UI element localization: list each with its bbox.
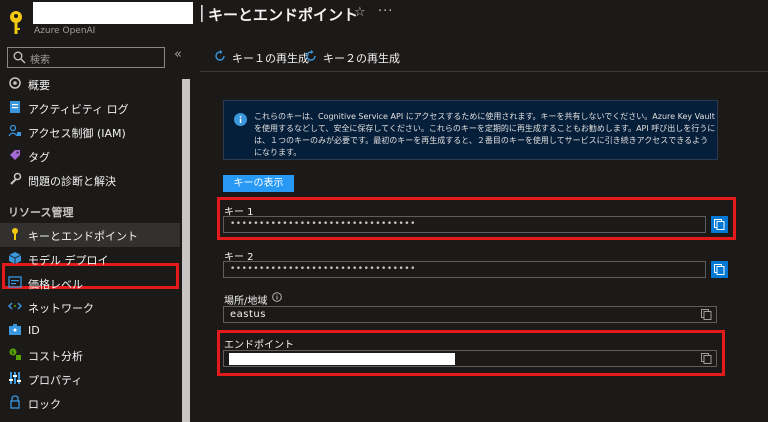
copy-key2-button[interactable] xyxy=(711,261,728,278)
copy-icon xyxy=(714,264,725,275)
show-keys-button[interactable]: キーの表示 xyxy=(223,175,294,192)
activity-log-icon xyxy=(10,101,20,113)
command-bar: キー１の再生成 キー２の再生成 xyxy=(200,42,768,72)
network-icon xyxy=(8,302,22,310)
sidebar-item-properties[interactable]: プロパティ xyxy=(0,367,180,391)
highlight-box-key1 xyxy=(217,197,736,240)
sidebar-item-identity[interactable]: ID xyxy=(0,319,180,343)
key-logo-icon xyxy=(10,11,22,34)
sidebar-item-label: ロック xyxy=(28,398,61,411)
sidebar-item-label: アクセス制御 (IAM) xyxy=(28,127,126,140)
sidebar-scrollbar[interactable] xyxy=(180,77,192,422)
sidebar-item-label: タグ xyxy=(28,151,50,164)
sidebar-item-label: キーとエンドポイント xyxy=(28,230,138,243)
key2-field[interactable]: •••••••••••••••••••••••••••••••• xyxy=(223,261,706,278)
tag-icon xyxy=(10,150,20,160)
regenerate-key2-button[interactable]: キー２の再生成 xyxy=(305,49,400,67)
title-separator: | xyxy=(199,3,205,23)
info-banner: これらのキーは、Cognitive Service API にアクセスするために… xyxy=(223,100,718,160)
cube-icon xyxy=(8,252,22,264)
sidebar-item-cost-analysis[interactable]: $ コスト分析 xyxy=(0,343,180,367)
highlight-box-endpoint xyxy=(217,330,725,376)
location-field[interactable]: eastus xyxy=(223,306,717,323)
key2-value: •••••••••••••••••••••••••••••••• xyxy=(230,264,416,274)
search-placeholder: 検索 xyxy=(30,55,50,66)
sidebar-item-activity-log[interactable]: アクティビティ ログ xyxy=(0,96,180,120)
sidebar-item-pricing-tier[interactable]: 価格レベル xyxy=(0,271,180,295)
scrollbar-thumb[interactable] xyxy=(182,79,190,422)
key-icon xyxy=(12,228,18,240)
refresh-icon xyxy=(306,50,316,61)
info-text: これらのキーは、Cognitive Service API にアクセスするために… xyxy=(254,112,716,157)
blade-header: | キーとエンドポイント ☆ ··· Azure OpenAI xyxy=(0,0,768,42)
location-label: 場所/地域 xyxy=(224,296,268,307)
search-icon xyxy=(13,51,26,64)
section-header-resource-management: リソース管理 xyxy=(8,206,74,219)
properties-icon xyxy=(9,372,21,384)
refresh-icon xyxy=(215,50,225,61)
sidebar-item-lock[interactable]: ロック xyxy=(0,391,180,415)
svg-text:$: $ xyxy=(11,350,14,356)
sidebar-item-label: コスト分析 xyxy=(28,350,83,363)
sidebar-item-overview[interactable]: 概要 xyxy=(0,72,180,96)
wrench-icon xyxy=(10,172,22,185)
regenerate-key1-label: キー１の再生成 xyxy=(232,52,309,65)
sidebar-item-label: プロパティ xyxy=(28,374,83,387)
sidebar: 検索 « 概要 アクティビティ ログ アクセス制御 (IAM) タグ 問題の診断… xyxy=(0,42,192,422)
info-icon xyxy=(234,113,247,126)
sidebar-item-label: モデル デプロイ xyxy=(28,254,109,267)
sidebar-item-label: 問題の診断と解決 xyxy=(28,175,116,188)
location-value: eastus xyxy=(230,309,266,320)
overview-icon xyxy=(9,77,21,89)
sidebar-item-label: ID xyxy=(28,324,40,337)
ellipsis-icon[interactable]: ··· xyxy=(378,4,393,19)
lock-icon xyxy=(10,395,20,409)
regenerate-key2-label: キー２の再生成 xyxy=(323,52,400,65)
identity-icon xyxy=(9,324,21,335)
cost-icon: $ xyxy=(9,348,21,360)
info-circle-icon[interactable] xyxy=(272,292,282,302)
collapse-sidebar-icon[interactable]: « xyxy=(174,47,182,62)
sidebar-item-iam[interactable]: アクセス制御 (IAM) xyxy=(0,120,180,144)
copy-icon[interactable] xyxy=(701,309,712,320)
sidebar-item-model-deploy[interactable]: モデル デプロイ xyxy=(0,247,180,271)
sidebar-item-network[interactable]: ネットワーク xyxy=(0,295,180,319)
sidebar-item-diagnose[interactable]: 問題の診断と解決 xyxy=(0,168,180,192)
pricing-icon xyxy=(8,276,22,288)
redacted-resource-name xyxy=(33,2,193,24)
page-title: キーとエンドポイント xyxy=(208,6,359,24)
regenerate-key1-button[interactable]: キー１の再生成 xyxy=(214,49,309,67)
sidebar-item-label: ネットワーク xyxy=(28,302,94,315)
sidebar-item-keys-endpoint[interactable]: キーとエンドポイント xyxy=(0,223,180,247)
iam-icon xyxy=(8,124,21,137)
sidebar-item-label: 概要 xyxy=(28,79,50,92)
sidebar-item-label: 価格レベル xyxy=(28,278,83,291)
star-icon[interactable]: ☆ xyxy=(354,5,366,20)
sidebar-item-tags[interactable]: タグ xyxy=(0,144,180,168)
sidebar-item-label: アクティビティ ログ xyxy=(28,103,129,116)
resource-type: Azure OpenAI xyxy=(34,26,96,36)
search-input[interactable]: 検索 xyxy=(7,47,165,68)
